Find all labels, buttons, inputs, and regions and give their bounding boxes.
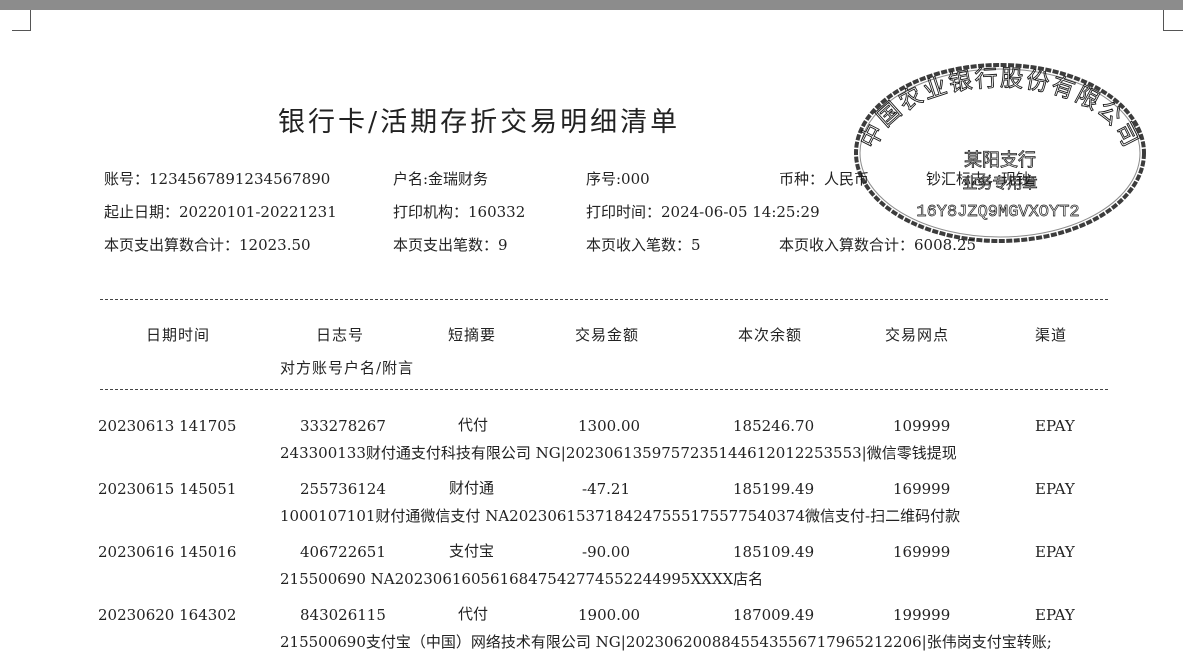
header-channel: 渠道 <box>1035 326 1068 344</box>
row-branch: 169999 <box>893 543 951 561</box>
row-log-no: 255736124 <box>300 480 386 498</box>
print-org: 打印机构：160332 <box>393 203 526 221</box>
row-summary: 代付 <box>458 605 489 623</box>
row-balance: 185109.49 <box>733 543 815 561</box>
account-number: 账号：1234567891234567890 <box>104 170 331 188</box>
transaction-row: 20230620 164302 843026115 代付 1900.00 187… <box>0 605 1183 665</box>
row-amount: 1900.00 <box>578 606 641 624</box>
row-detail: 1000107101财付通微信支付 NA20230615371842475551… <box>280 507 961 525</box>
row-branch: 199999 <box>893 606 951 624</box>
transaction-row: 20230616 145016 406722651 支付宝 -90.00 185… <box>0 542 1183 602</box>
seal-purpose: 业务专用章 <box>962 174 1037 192</box>
expense-count: 本页支出笔数：9 <box>393 236 508 254</box>
row-detail: 243300133财付通支付科技有限公司 NG|2023061359757235… <box>280 444 957 462</box>
header-log-no: 日志号 <box>316 326 365 344</box>
print-time: 打印时间：2024-06-05 14:25:29 <box>586 203 820 221</box>
row-balance: 185246.70 <box>733 417 815 435</box>
row-amount: -90.00 <box>582 543 631 561</box>
header-branch: 交易网点 <box>885 326 950 344</box>
divider-bottom <box>100 389 1108 390</box>
account-holder: 户名:金瑞财务 <box>393 170 489 188</box>
row-summary: 代付 <box>458 416 489 434</box>
crop-mark-top-right <box>1163 10 1183 31</box>
expense-total: 本页支出算数合计：12023.50 <box>104 236 311 254</box>
document-title: 银行卡/活期存折交易明细清单 <box>278 107 681 138</box>
row-branch: 109999 <box>893 417 951 435</box>
row-amount: 1300.00 <box>578 417 641 435</box>
seal-code: 16Y8JZQ9MGVXOYT2 <box>916 203 1079 222</box>
header-balance: 本次余额 <box>738 326 803 344</box>
transaction-row: 20230615 145051 255736124 财付通 -47.21 185… <box>0 479 1183 539</box>
row-balance: 185199.49 <box>733 480 815 498</box>
row-branch: 169999 <box>893 480 951 498</box>
row-balance: 187009.49 <box>733 606 815 624</box>
seal-branch-name: 某阳支行 <box>964 150 1036 170</box>
row-log-no: 406722651 <box>300 543 386 561</box>
header-counterparty: 对方账号户名/附言 <box>280 359 415 377</box>
row-log-no: 333278267 <box>300 417 386 435</box>
transaction-row: 20230613 141705 333278267 代付 1300.00 185… <box>0 416 1183 476</box>
date-range: 起止日期：20220101-20221231 <box>104 203 337 221</box>
row-log-no: 843026115 <box>300 606 386 624</box>
row-datetime: 20230616 145016 <box>98 543 237 561</box>
row-amount: -47.21 <box>582 480 631 498</box>
window-top-bar <box>0 0 1183 10</box>
row-datetime: 20230620 164302 <box>98 606 237 624</box>
income-count: 本页收入笔数：5 <box>586 236 701 254</box>
row-datetime: 20230613 141705 <box>98 417 237 435</box>
header-summary: 短摘要 <box>448 326 497 344</box>
row-detail: 215500690 NA2023061605616847542774552244… <box>280 570 764 588</box>
row-summary: 财付通 <box>449 479 495 497</box>
header-datetime: 日期时间 <box>146 326 211 344</box>
row-channel: EPAY <box>1035 606 1075 624</box>
row-detail: 215500690支付宝（中国）网络技术有限公司 NG|202306200884… <box>280 633 1052 651</box>
row-channel: EPAY <box>1035 543 1075 561</box>
row-datetime: 20230615 145051 <box>98 480 237 498</box>
row-channel: EPAY <box>1035 417 1075 435</box>
row-summary: 支付宝 <box>449 542 495 560</box>
header-amount: 交易金额 <box>575 326 640 344</box>
divider-top <box>100 299 1108 300</box>
row-channel: EPAY <box>1035 480 1075 498</box>
bank-seal-stamp: 中国农业银行股份有限公司 某阳支行 业务专用章 16Y8JZQ9MGVXOYT2 <box>854 63 1146 243</box>
crop-mark-top-left <box>12 10 31 31</box>
seal-bank-name: 中国农业银行股份有限公司 <box>855 65 1145 152</box>
sequence-number: 序号:000 <box>586 170 650 188</box>
